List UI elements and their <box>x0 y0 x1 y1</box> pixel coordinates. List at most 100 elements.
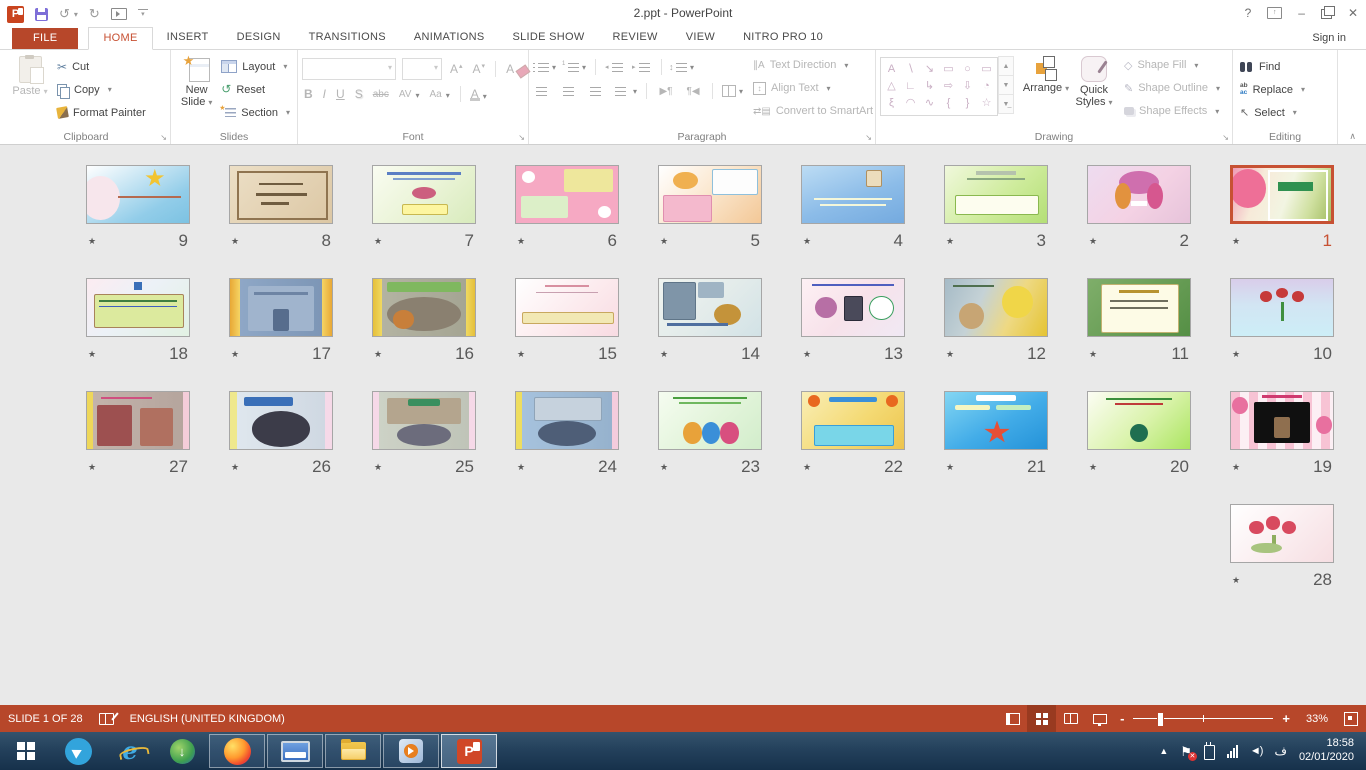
tab-design[interactable]: DESIGN <box>223 27 295 48</box>
slide-sorter-view-button[interactable] <box>1027 705 1056 732</box>
slide-thumbnail[interactable] <box>658 391 762 450</box>
slide-thumbnail[interactable] <box>86 391 190 450</box>
shrink-font-button[interactable]: A▾ <box>471 62 488 76</box>
bold-button[interactable]: B <box>302 87 315 101</box>
shape-icon[interactable]: ◠ <box>906 98 916 109</box>
paste-button[interactable]: Paste <box>6 53 54 99</box>
shape-icon[interactable]: } <box>966 98 970 109</box>
show-hidden-icons-icon[interactable]: ▲ <box>1159 746 1168 756</box>
close-icon[interactable]: ✕ <box>1348 6 1358 20</box>
align-right-button[interactable] <box>587 81 607 101</box>
taskbar-firefox[interactable] <box>209 734 265 768</box>
normal-view-button[interactable] <box>998 705 1027 732</box>
taskbar-on-screen-keyboard[interactable] <box>267 734 323 768</box>
zoom-out-button[interactable]: - <box>1120 711 1124 726</box>
restore-icon[interactable] <box>1321 9 1332 19</box>
network-signal-icon[interactable] <box>1227 745 1238 758</box>
slide-thumbnail[interactable] <box>801 165 905 224</box>
start-from-beginning-icon[interactable] <box>111 8 127 20</box>
shape-icon[interactable]: ∖ <box>907 64 914 75</box>
zoom-in-button[interactable]: + <box>1282 711 1290 726</box>
new-slide-button[interactable]: ★ New Slide <box>175 53 218 110</box>
spell-check-icon[interactable] <box>99 713 114 725</box>
slide-thumbnail[interactable] <box>944 391 1048 450</box>
character-spacing-button[interactable]: AV <box>397 89 422 100</box>
shape-icon[interactable]: ∿ <box>925 98 934 109</box>
shape-icon[interactable]: ☆ <box>982 98 992 109</box>
help-icon[interactable]: ? <box>1245 6 1252 20</box>
font-color-button[interactable]: A <box>469 87 489 101</box>
undo-dropdown-arrow-icon[interactable]: ▾ <box>74 10 78 19</box>
font-name-combo[interactable] <box>302 58 396 80</box>
convert-to-smartart-button[interactable]: ⇄▤Convert to SmartArt <box>753 101 885 121</box>
shapes-more-icon[interactable]: ▼̲ <box>998 94 1014 114</box>
tab-slide-show[interactable]: SLIDE SHOW <box>498 27 598 48</box>
shapes-scroll-up-icon[interactable]: ▲ <box>998 56 1014 76</box>
center-button[interactable] <box>560 81 580 101</box>
slide-thumbnail[interactable] <box>944 165 1048 224</box>
zoom-slider-thumb[interactable] <box>1157 712 1164 727</box>
slide-thumbnail[interactable] <box>372 165 476 224</box>
powerpoint-logo-icon[interactable]: P <box>7 6 24 23</box>
align-text-button[interactable]: ↕Align Text <box>753 78 885 98</box>
find-button[interactable]: Find <box>1237 55 1308 78</box>
slide-thumbnail[interactable] <box>1087 391 1191 450</box>
shape-icon[interactable]: ▭ <box>981 64 991 75</box>
ribbon-display-options-icon[interactable]: ↑ <box>1267 7 1282 19</box>
copy-button[interactable]: Copy <box>54 78 149 101</box>
reset-button[interactable]: ↺Reset <box>218 78 293 101</box>
volume-icon[interactable]: ◄) <box>1250 745 1263 757</box>
justify-button[interactable] <box>614 81 637 101</box>
bullets-button[interactable] <box>533 57 556 77</box>
zoom-level[interactable]: 33% <box>1296 713 1328 725</box>
taskbar-powerpoint[interactable]: P <box>441 734 497 768</box>
arrange-button[interactable]: Arrange <box>1022 53 1070 96</box>
save-icon[interactable] <box>35 8 48 21</box>
input-language-indicator[interactable]: ف <box>1274 744 1286 758</box>
slide-thumbnail[interactable] <box>658 165 762 224</box>
shape-fill-button[interactable]: ◇Shape Fill <box>1124 55 1220 75</box>
fit-slide-to-window-icon[interactable] <box>1344 712 1358 726</box>
change-case-button[interactable]: Aa <box>427 89 451 100</box>
taskbar-internet-explorer[interactable]: e <box>104 732 156 770</box>
tab-nitro-pro-10[interactable]: NITRO PRO 10 <box>729 27 837 48</box>
shape-outline-button[interactable]: ✎Shape Outline <box>1124 78 1220 98</box>
replace-button[interactable]: abacReplace <box>1237 78 1308 101</box>
taskbar-download-manager[interactable]: ↓ <box>156 732 208 770</box>
action-center-flag-icon[interactable]: ⚑✕ <box>1180 745 1192 758</box>
right-to-left-button[interactable]: ¶◀ <box>683 81 703 101</box>
language-indicator[interactable]: ENGLISH (UNITED KINGDOM) <box>130 713 285 725</box>
tab-transitions[interactable]: TRANSITIONS <box>295 27 400 48</box>
line-spacing-button[interactable] <box>671 57 694 77</box>
strikethrough-button[interactable]: abc <box>371 89 391 100</box>
section-button[interactable]: Section <box>218 101 293 124</box>
slide-thumbnail[interactable] <box>372 391 476 450</box>
slide-thumbnail[interactable] <box>1230 504 1334 563</box>
undo-icon[interactable]: ↺ <box>59 7 70 21</box>
slide-thumbnail[interactable] <box>1230 165 1334 224</box>
font-dialog-launcher-icon[interactable] <box>518 133 525 142</box>
minimize-icon[interactable]: – <box>1298 6 1305 20</box>
increase-indent-button[interactable] <box>632 57 652 77</box>
slide-thumbnail[interactable] <box>229 165 333 224</box>
customize-qat-icon[interactable]: ▾ <box>138 9 148 20</box>
numbering-button[interactable] <box>563 57 586 77</box>
grow-font-button[interactable]: A▴ <box>448 62 465 76</box>
tab-view[interactable]: VIEW <box>672 27 729 48</box>
zoom-slider[interactable] <box>1133 718 1273 719</box>
reading-view-button[interactable] <box>1056 705 1085 732</box>
slide-thumbnail[interactable] <box>801 278 905 337</box>
shape-icon[interactable]: ↘ <box>925 64 934 75</box>
slide-thumbnail[interactable] <box>86 278 190 337</box>
columns-button[interactable] <box>722 81 743 101</box>
text-shadow-button[interactable]: S <box>353 87 365 101</box>
shape-icon[interactable]: A <box>888 64 895 75</box>
shape-icon[interactable]: ⇩ <box>963 81 972 92</box>
slide-thumbnail[interactable] <box>229 278 333 337</box>
tab-animations[interactable]: ANIMATIONS <box>400 27 499 48</box>
slide-thumbnail[interactable] <box>515 391 619 450</box>
layout-button[interactable]: Layout <box>218 55 293 78</box>
clipboard-dialog-launcher-icon[interactable] <box>160 133 167 142</box>
shape-icon[interactable]: ○ <box>964 64 971 75</box>
paragraph-dialog-launcher-icon[interactable] <box>865 133 872 142</box>
